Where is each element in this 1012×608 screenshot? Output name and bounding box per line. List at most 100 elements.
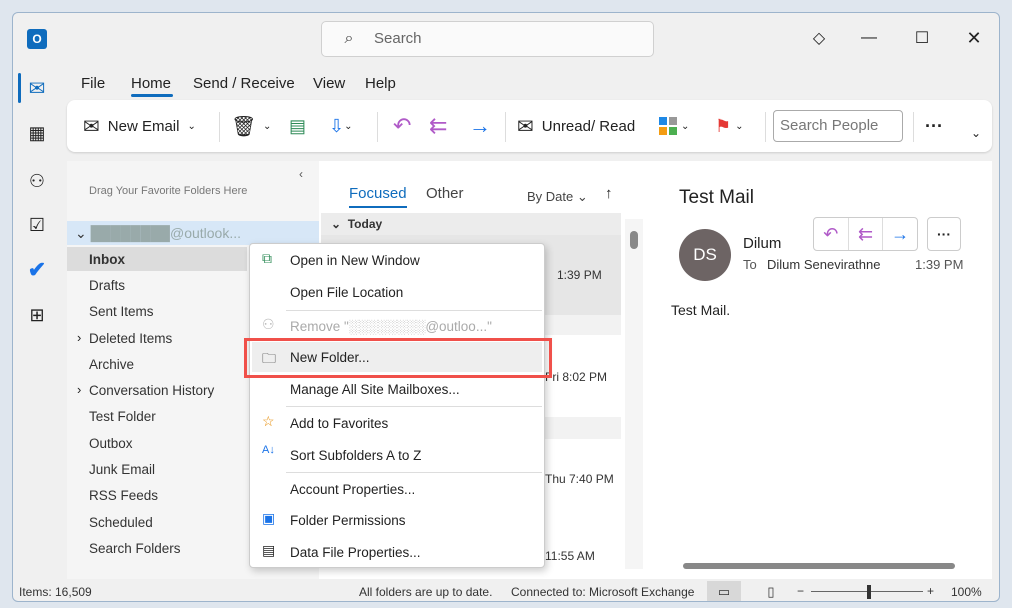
forward-icon[interactable]: → bbox=[883, 218, 917, 250]
reading-view-button[interactable]: ▯ bbox=[759, 581, 783, 601]
categorize-button[interactable]: ⌄ bbox=[659, 100, 689, 152]
tab-help[interactable]: Help bbox=[365, 75, 396, 92]
message-body: Test Mail. bbox=[671, 302, 731, 318]
menu-folder-permissions[interactable]: Folder Permissions bbox=[290, 513, 406, 528]
archive-button[interactable]: ▤ bbox=[289, 100, 306, 152]
reply-all-icon[interactable]: ⇇ bbox=[849, 218, 884, 250]
zoom-out-button[interactable]: − bbox=[797, 584, 804, 598]
menu-open-file-location[interactable]: Open File Location bbox=[290, 285, 403, 300]
folder-drafts[interactable]: Drafts bbox=[89, 278, 125, 293]
forward-button[interactable]: → bbox=[469, 100, 491, 152]
menu-open-new-window[interactable]: Open in New Window bbox=[290, 253, 420, 268]
search-people-input[interactable]: Search People bbox=[773, 110, 903, 142]
new-email-button[interactable]: ✉ New Email ⌄ bbox=[83, 100, 196, 152]
folder-outbox[interactable]: Outbox bbox=[89, 436, 133, 451]
zoom-slider-thumb[interactable] bbox=[867, 585, 871, 599]
unread-read-label: Unread/ Read bbox=[541, 117, 636, 135]
search-input[interactable]: Search bbox=[321, 21, 654, 57]
connection-status: Connected to: Microsoft Exchange bbox=[511, 585, 695, 599]
more-actions-button[interactable]: ··· bbox=[927, 217, 961, 251]
reply-button[interactable]: ↶ bbox=[393, 100, 411, 152]
mail-icon[interactable]: ✉ bbox=[25, 76, 49, 100]
maximize-button[interactable]: ☐ bbox=[911, 27, 933, 49]
calendar-icon[interactable]: ▦ bbox=[25, 121, 49, 145]
menu-data-file-properties[interactable]: Data File Properties... bbox=[290, 545, 421, 560]
folder-scheduled[interactable]: Scheduled bbox=[89, 515, 153, 530]
zoom-in-button[interactable]: + bbox=[927, 584, 934, 598]
folder-sent-items[interactable]: Sent Items bbox=[89, 304, 154, 319]
tab-send-receive[interactable]: Send / Receive bbox=[193, 75, 295, 92]
todo-icon[interactable]: ✔ bbox=[25, 257, 49, 282]
menu-sort-subfolders[interactable]: Sort Subfolders A to Z bbox=[290, 448, 421, 463]
expand-ribbon-chevron-icon[interactable]: ⌄ bbox=[971, 126, 981, 140]
folder-permissions-icon: ▣ bbox=[262, 510, 276, 526]
tab-home-underline bbox=[131, 94, 173, 97]
data-file-properties-icon: ▤ bbox=[262, 542, 276, 558]
menu-manage-site-mailboxes[interactable]: Manage All Site Mailboxes... bbox=[290, 382, 460, 397]
chevron-down-icon: ⌄ bbox=[735, 120, 744, 132]
delete-button[interactable]: 🗑︎ bbox=[231, 100, 256, 152]
close-button[interactable]: ✕ bbox=[963, 27, 985, 49]
message-list-scrollbar[interactable] bbox=[625, 219, 643, 569]
chevron-down-icon: ⌄ bbox=[681, 120, 690, 132]
divider bbox=[505, 112, 506, 142]
folder-search-folders[interactable]: Search Folders bbox=[89, 541, 181, 556]
recipient-name[interactable]: Dilum Senevirathne bbox=[767, 257, 880, 272]
folder-conversation-history[interactable]: Conversation History bbox=[89, 383, 214, 398]
reply-icon[interactable]: ↶ bbox=[814, 218, 849, 250]
tab-file[interactable]: File bbox=[81, 75, 105, 92]
sync-status: All folders are up to date. bbox=[359, 585, 493, 599]
apps-icon[interactable]: ⊞ bbox=[25, 303, 49, 327]
expand-chevron-icon[interactable]: › bbox=[77, 330, 81, 345]
premium-diamond-icon[interactable]: ◇ bbox=[808, 27, 830, 49]
scrollbar-thumb[interactable] bbox=[683, 563, 955, 569]
new-folder-icon: 🗀︎ bbox=[262, 350, 276, 366]
minimize-button[interactable]: — bbox=[858, 27, 880, 49]
sort-az-icon: A↓ bbox=[262, 444, 275, 456]
folder-rss-feeds[interactable]: RSS Feeds bbox=[89, 488, 158, 503]
flag-button[interactable]: ⚑ ⌄ bbox=[715, 100, 744, 152]
reply-actions: ↶ ⇇ → bbox=[813, 217, 918, 251]
sort-by-date-button[interactable]: By Date ⌄ bbox=[527, 189, 588, 205]
expand-chevron-icon[interactable]: › bbox=[77, 382, 81, 397]
menu-account-properties[interactable]: Account Properties... bbox=[290, 482, 415, 497]
search-placeholder: Search bbox=[374, 30, 422, 47]
scrollbar-thumb[interactable] bbox=[630, 231, 638, 249]
sender-name[interactable]: Dilum bbox=[743, 235, 781, 252]
tasks-icon[interactable]: ☑ bbox=[25, 213, 49, 237]
more-options-button[interactable]: ··· bbox=[925, 100, 943, 152]
move-button[interactable]: ⇩ ⌄ bbox=[329, 100, 352, 152]
sort-label: By Date bbox=[527, 189, 574, 204]
folder-deleted-items[interactable]: Deleted Items bbox=[89, 331, 172, 346]
unread-read-button[interactable]: ✉ Unread/ Read bbox=[517, 100, 635, 152]
tab-other[interactable]: Other bbox=[426, 185, 464, 202]
sort-direction-icon[interactable]: ↑ bbox=[605, 185, 613, 202]
menu-add-to-favorites[interactable]: Add to Favorites bbox=[290, 416, 388, 431]
collapse-pane-icon[interactable]: ‹ bbox=[299, 167, 303, 181]
reply-all-button[interactable]: ⇇ bbox=[429, 100, 447, 152]
rail-selected-indicator bbox=[18, 73, 21, 103]
item-count: Items: 16,509 bbox=[19, 585, 92, 599]
delete-chevron-icon[interactable]: ⌄ bbox=[263, 100, 271, 152]
account-header[interactable]: ⌄ ████████@outlook... bbox=[75, 225, 241, 242]
horizontal-scrollbar[interactable] bbox=[673, 561, 963, 571]
status-bar: Items: 16,509 All folders are up to date… bbox=[13, 581, 999, 601]
divider bbox=[377, 112, 378, 142]
divider bbox=[765, 112, 766, 142]
menu-remove-account: Remove "░░░░░░░░@outloo..." bbox=[290, 319, 492, 334]
tab-view[interactable]: View bbox=[313, 75, 345, 92]
folder-archive[interactable]: Archive bbox=[89, 357, 134, 372]
menu-new-folder[interactable]: New Folder... bbox=[290, 350, 370, 365]
tab-focused[interactable]: Focused bbox=[349, 185, 407, 202]
to-label: To bbox=[743, 257, 757, 272]
normal-view-button[interactable]: ▭ bbox=[707, 581, 741, 601]
focused-underline bbox=[349, 206, 407, 208]
folder-inbox[interactable]: Inbox bbox=[89, 252, 125, 267]
folder-test-folder[interactable]: Test Folder bbox=[89, 409, 156, 424]
folder-junk-email[interactable]: Junk Email bbox=[89, 462, 155, 477]
account-email: ████████@outlook... bbox=[90, 225, 242, 241]
outlook-window: O Search ⌕ ◇ — ☐ ✕ ✉ ▦ ⚇ ☑ ✔ ⊞ File Home… bbox=[12, 12, 1000, 602]
people-icon[interactable]: ⚇ bbox=[25, 169, 49, 193]
new-email-label: New Email bbox=[107, 117, 180, 135]
tab-home[interactable]: Home bbox=[131, 75, 171, 92]
